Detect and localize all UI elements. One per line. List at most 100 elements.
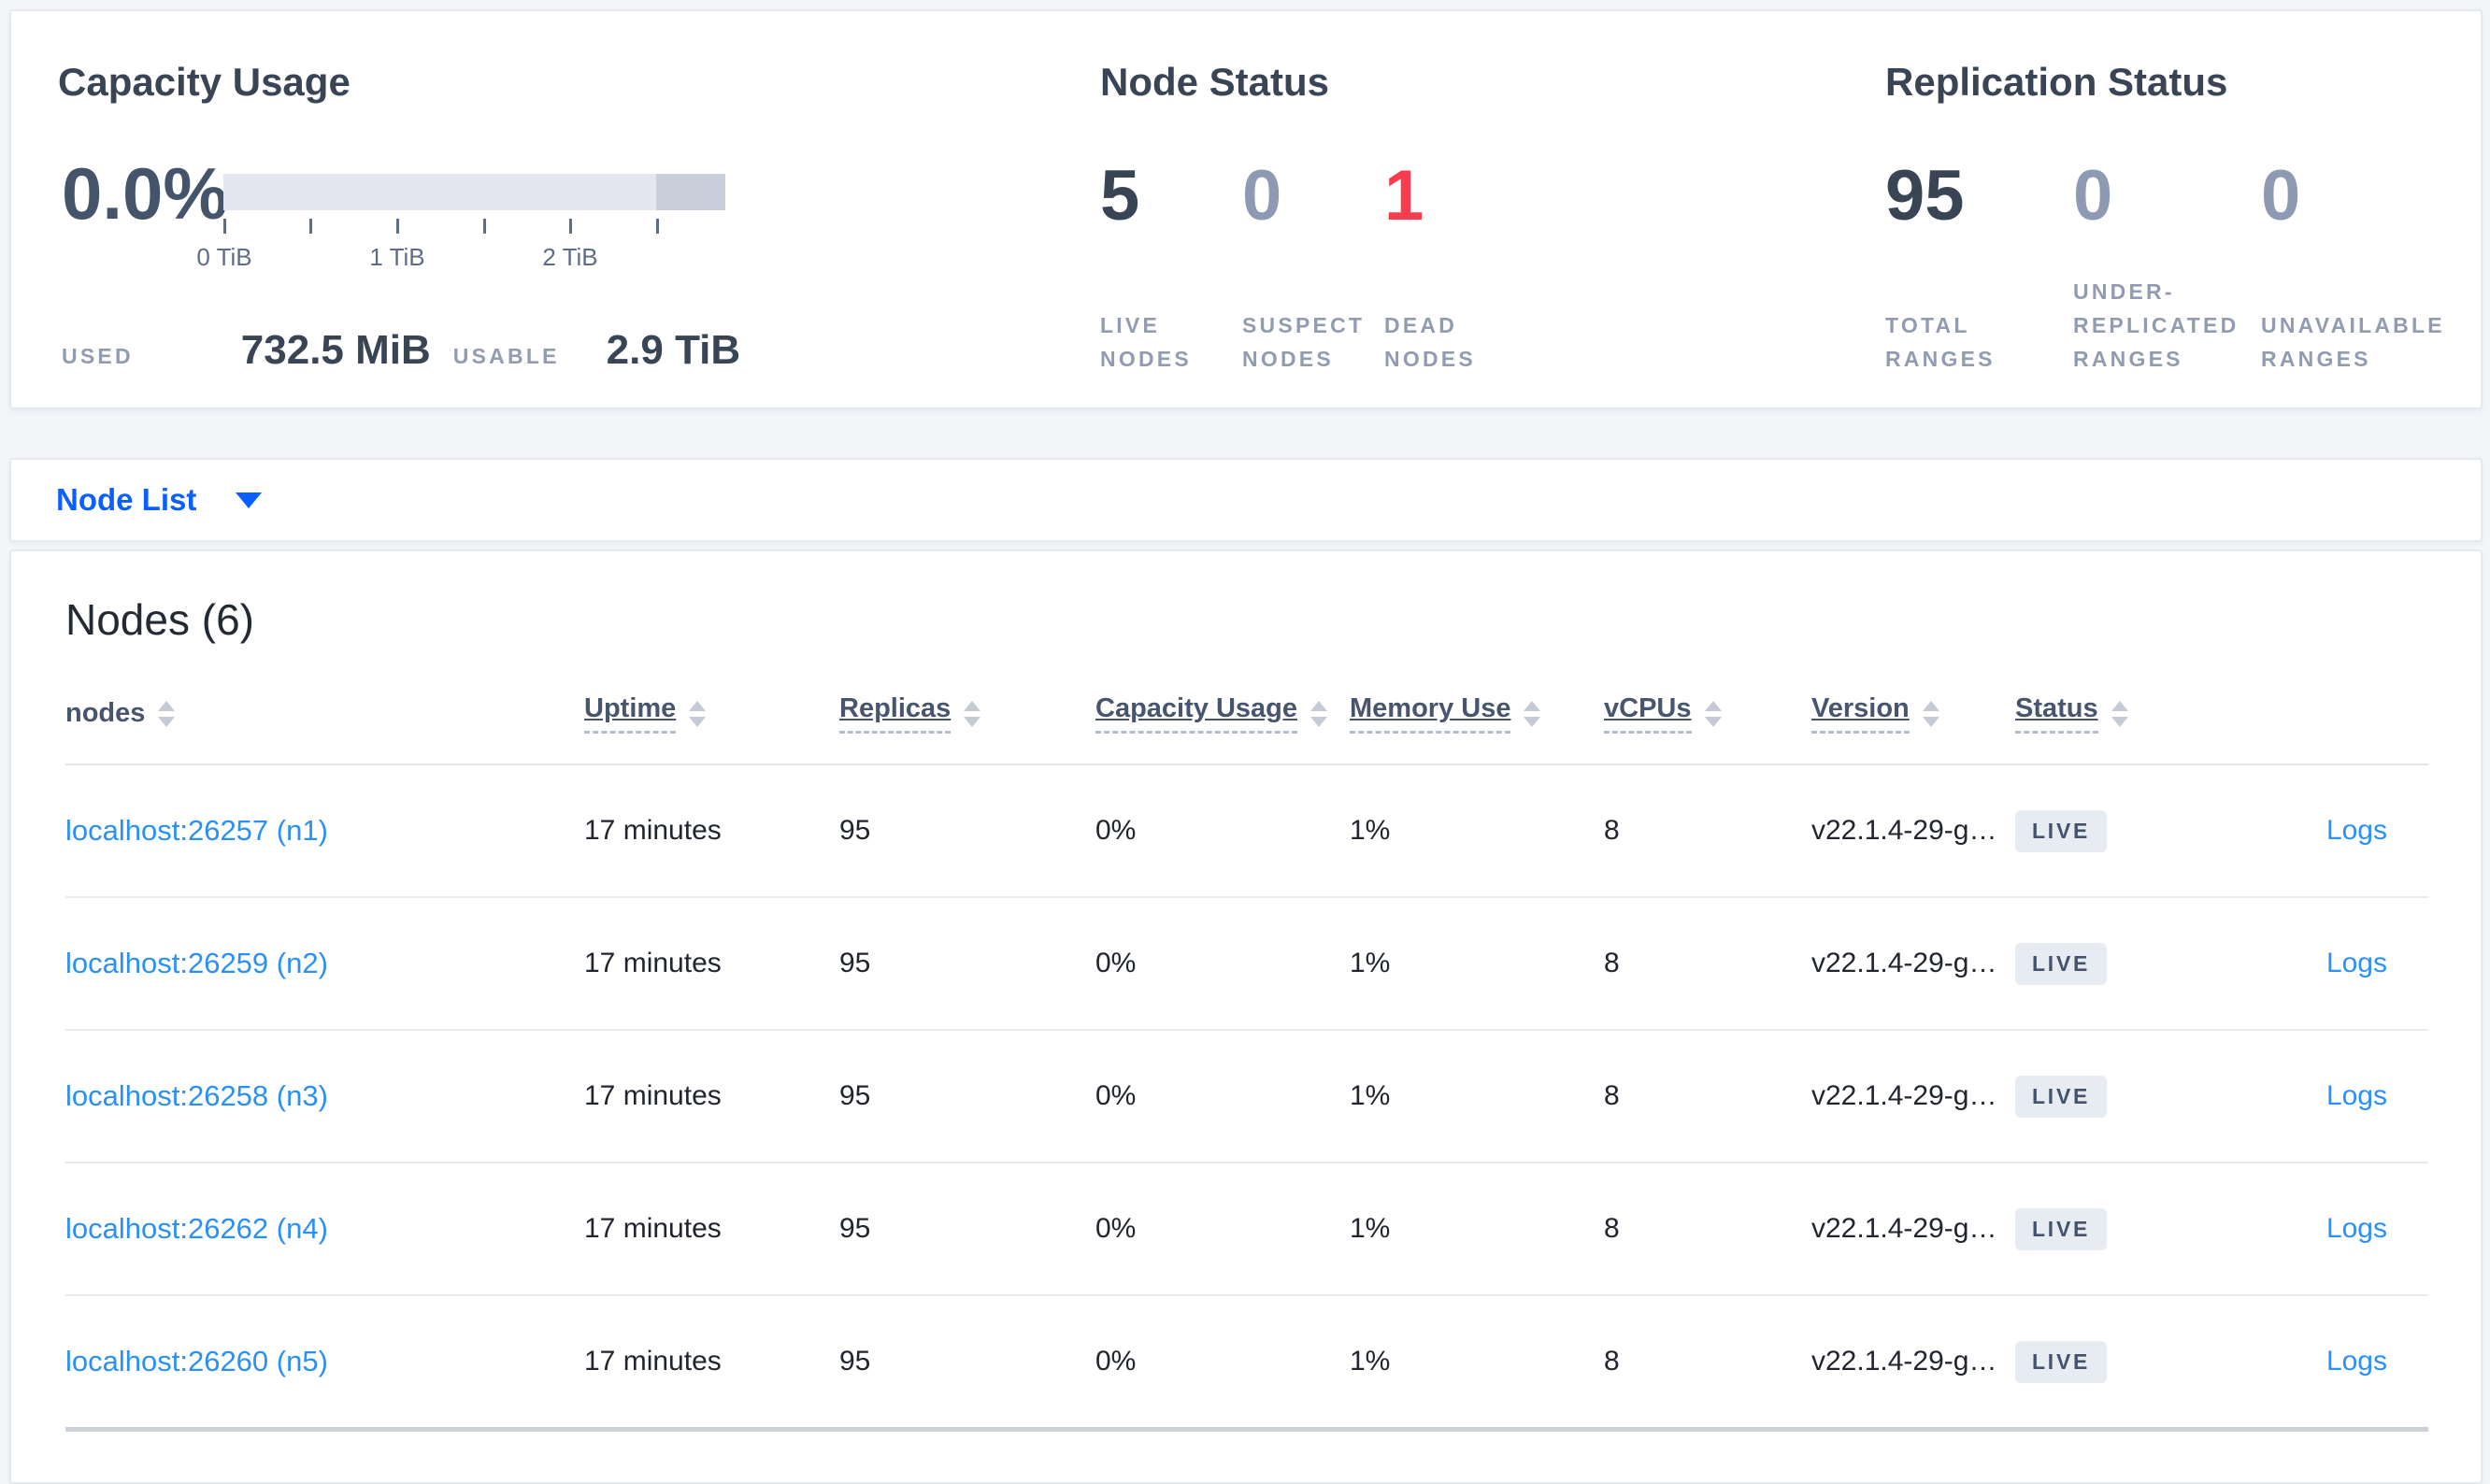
logs-link[interactable]: Logs	[2326, 815, 2387, 847]
tick-mark	[569, 219, 572, 234]
capacity-used-usable-row: USED 732.5 MiB USABLE 2.9 TiB	[62, 327, 740, 374]
status-badge: LIVE	[2015, 1207, 2108, 1250]
memory-use-cell: 1%	[1350, 815, 1391, 846]
suspect-nodes-metric: 0 SUSPECT NODES	[1242, 161, 1384, 376]
node-status-metrics: 5 LIVE NODES 0 SUSPECT NODES 1 DEAD NODE…	[1100, 161, 1526, 376]
column-header-capacity-usage[interactable]: Capacity Usage	[1095, 693, 1350, 734]
axis-label: 0 TiB	[196, 243, 252, 271]
version-cell: v22.1.4-29-g…	[1811, 815, 1997, 846]
row-divider	[65, 1427, 2428, 1432]
version-cell: v22.1.4-29-g…	[1811, 1346, 1997, 1377]
dead-nodes-value: 1	[1384, 156, 1424, 235]
capacity-usage-title: Capacity Usage	[58, 60, 351, 104]
nodes-table-panel: Nodes (6) nodes Uptime Replicas Capacity…	[9, 549, 2483, 1484]
dead-nodes-metric: 1 DEAD NODES	[1384, 161, 1526, 376]
memory-use-cell: 1%	[1350, 1080, 1391, 1111]
column-header-nodes[interactable]: nodes	[65, 698, 584, 729]
table-row: localhost:26257 (n1) 17 minutes 95 0% 1%…	[65, 765, 2428, 896]
capacity-usage-cell: 0%	[1095, 815, 1137, 846]
logs-link[interactable]: Logs	[2326, 1213, 2387, 1245]
logs-link[interactable]: Logs	[2326, 1080, 2387, 1112]
dead-nodes-label: DEAD NODES	[1384, 313, 1476, 371]
capacity-percent-value: 0.0%	[62, 152, 228, 235]
memory-use-cell: 1%	[1350, 1213, 1391, 1244]
view-selector-bar: Node List	[9, 458, 2483, 542]
tick-mark	[223, 219, 226, 234]
node-list-dropdown[interactable]: Node List	[56, 460, 263, 540]
version-cell: v22.1.4-29-g…	[1811, 1213, 1997, 1244]
capacity-axis-ticks	[223, 219, 659, 235]
under-replicated-ranges-metric: 0 UNDER-REPLICATED RANGES	[2073, 161, 2261, 376]
sort-icon[interactable]	[1922, 700, 1939, 727]
column-header-uptime[interactable]: Uptime	[584, 693, 839, 734]
vcpus-cell: 8	[1604, 1213, 1620, 1244]
replicas-cell: 95	[839, 1346, 871, 1377]
column-header-memory-use[interactable]: Memory Use	[1350, 693, 1604, 734]
sort-icon[interactable]	[2111, 700, 2128, 727]
axis-label: 2 TiB	[542, 243, 598, 271]
vcpus-cell: 8	[1604, 815, 1620, 846]
sort-icon[interactable]	[158, 700, 176, 727]
table-row: localhost:26258 (n3) 17 minutes 95 0% 1%…	[65, 1031, 2428, 1162]
used-value: 732.5 MiB	[240, 327, 431, 373]
live-nodes-metric: 5 LIVE NODES	[1100, 161, 1242, 376]
replicas-cell: 95	[839, 1080, 871, 1111]
version-cell: v22.1.4-29-g…	[1811, 1080, 1997, 1111]
nodes-table-title: Nodes (6)	[65, 595, 254, 644]
replication-status-section: Replication Status 95 TOTAL RANGES 0 UND…	[1885, 11, 2446, 407]
suspect-nodes-value: 0	[1242, 156, 1282, 235]
node-link[interactable]: localhost:26257 (n1)	[65, 814, 328, 847]
table-row: localhost:26259 (n2) 17 minutes 95 0% 1%…	[65, 898, 2428, 1029]
node-status-section: Node Status 5 LIVE NODES 0 SUSPECT NODES…	[1100, 11, 1876, 407]
node-link[interactable]: localhost:26260 (n5)	[65, 1345, 328, 1377]
capacity-usage-cell: 0%	[1095, 948, 1137, 978]
unavailable-ranges-value: 0	[2261, 156, 2301, 235]
sort-icon[interactable]	[1524, 700, 1541, 727]
capacity-axis-labels: 0 TiB 1 TiB 2 TiB	[196, 243, 656, 271]
column-header-version[interactable]: Version	[1811, 693, 2015, 734]
cluster-summary-panel: Capacity Usage 0.0% 0 TiB 1 TiB 2 TiB US…	[9, 9, 2483, 409]
tick-mark	[396, 219, 399, 234]
logs-link[interactable]: Logs	[2326, 1346, 2387, 1377]
status-badge: LIVE	[2015, 942, 2108, 985]
uptime-cell: 17 minutes	[584, 815, 722, 846]
sort-icon[interactable]	[1704, 700, 1722, 727]
total-ranges-label: TOTAL RANGES	[1885, 313, 1996, 371]
axis-label: 1 TiB	[369, 243, 425, 271]
status-badge: LIVE	[2015, 809, 2108, 852]
node-link[interactable]: localhost:26258 (n3)	[65, 1079, 328, 1112]
uptime-cell: 17 minutes	[584, 1346, 722, 1377]
capacity-usage-cell: 0%	[1095, 1080, 1137, 1111]
unavailable-ranges-metric: 0 UNAVAILABLE RANGES	[2261, 161, 2490, 376]
capacity-bar-used-segment	[656, 174, 725, 210]
node-link[interactable]: localhost:26259 (n2)	[65, 947, 328, 979]
under-replicated-ranges-label: UNDER-REPLICATED RANGES	[2073, 279, 2240, 371]
replication-status-title: Replication Status	[1885, 60, 2228, 104]
replicas-cell: 95	[839, 815, 871, 846]
table-row: localhost:26262 (n4) 17 minutes 95 0% 1%…	[65, 1163, 2428, 1294]
uptime-cell: 17 minutes	[584, 1213, 722, 1244]
logs-link[interactable]: Logs	[2326, 948, 2387, 979]
live-nodes-value: 5	[1100, 156, 1140, 235]
sort-icon[interactable]	[689, 700, 707, 727]
usable-label: USABLE	[452, 344, 560, 368]
column-header-replicas[interactable]: Replicas	[839, 693, 1095, 734]
tick-mark	[483, 219, 486, 234]
memory-use-cell: 1%	[1350, 1346, 1391, 1377]
node-link[interactable]: localhost:26262 (n4)	[65, 1212, 328, 1245]
sort-icon[interactable]	[964, 700, 981, 727]
column-header-vcpus[interactable]: vCPUs	[1604, 693, 1811, 734]
capacity-usage-cell: 0%	[1095, 1213, 1137, 1244]
replication-status-metrics: 95 TOTAL RANGES 0 UNDER-REPLICATED RANGE…	[1885, 161, 2490, 376]
node-list-dropdown-label: Node List	[56, 482, 197, 517]
column-header-status[interactable]: Status	[2015, 693, 2221, 734]
sort-icon[interactable]	[1310, 700, 1327, 727]
replicas-cell: 95	[839, 948, 871, 978]
nodes-table: nodes Uptime Replicas Capacity Usage Mem…	[65, 693, 2428, 1432]
node-status-title: Node Status	[1100, 60, 1330, 104]
usable-value: 2.9 TiB	[606, 327, 741, 373]
tick-mark	[656, 219, 659, 234]
status-badge: LIVE	[2015, 1075, 2108, 1118]
table-row: localhost:26260 (n5) 17 minutes 95 0% 1%…	[65, 1296, 2428, 1427]
memory-use-cell: 1%	[1350, 948, 1391, 978]
